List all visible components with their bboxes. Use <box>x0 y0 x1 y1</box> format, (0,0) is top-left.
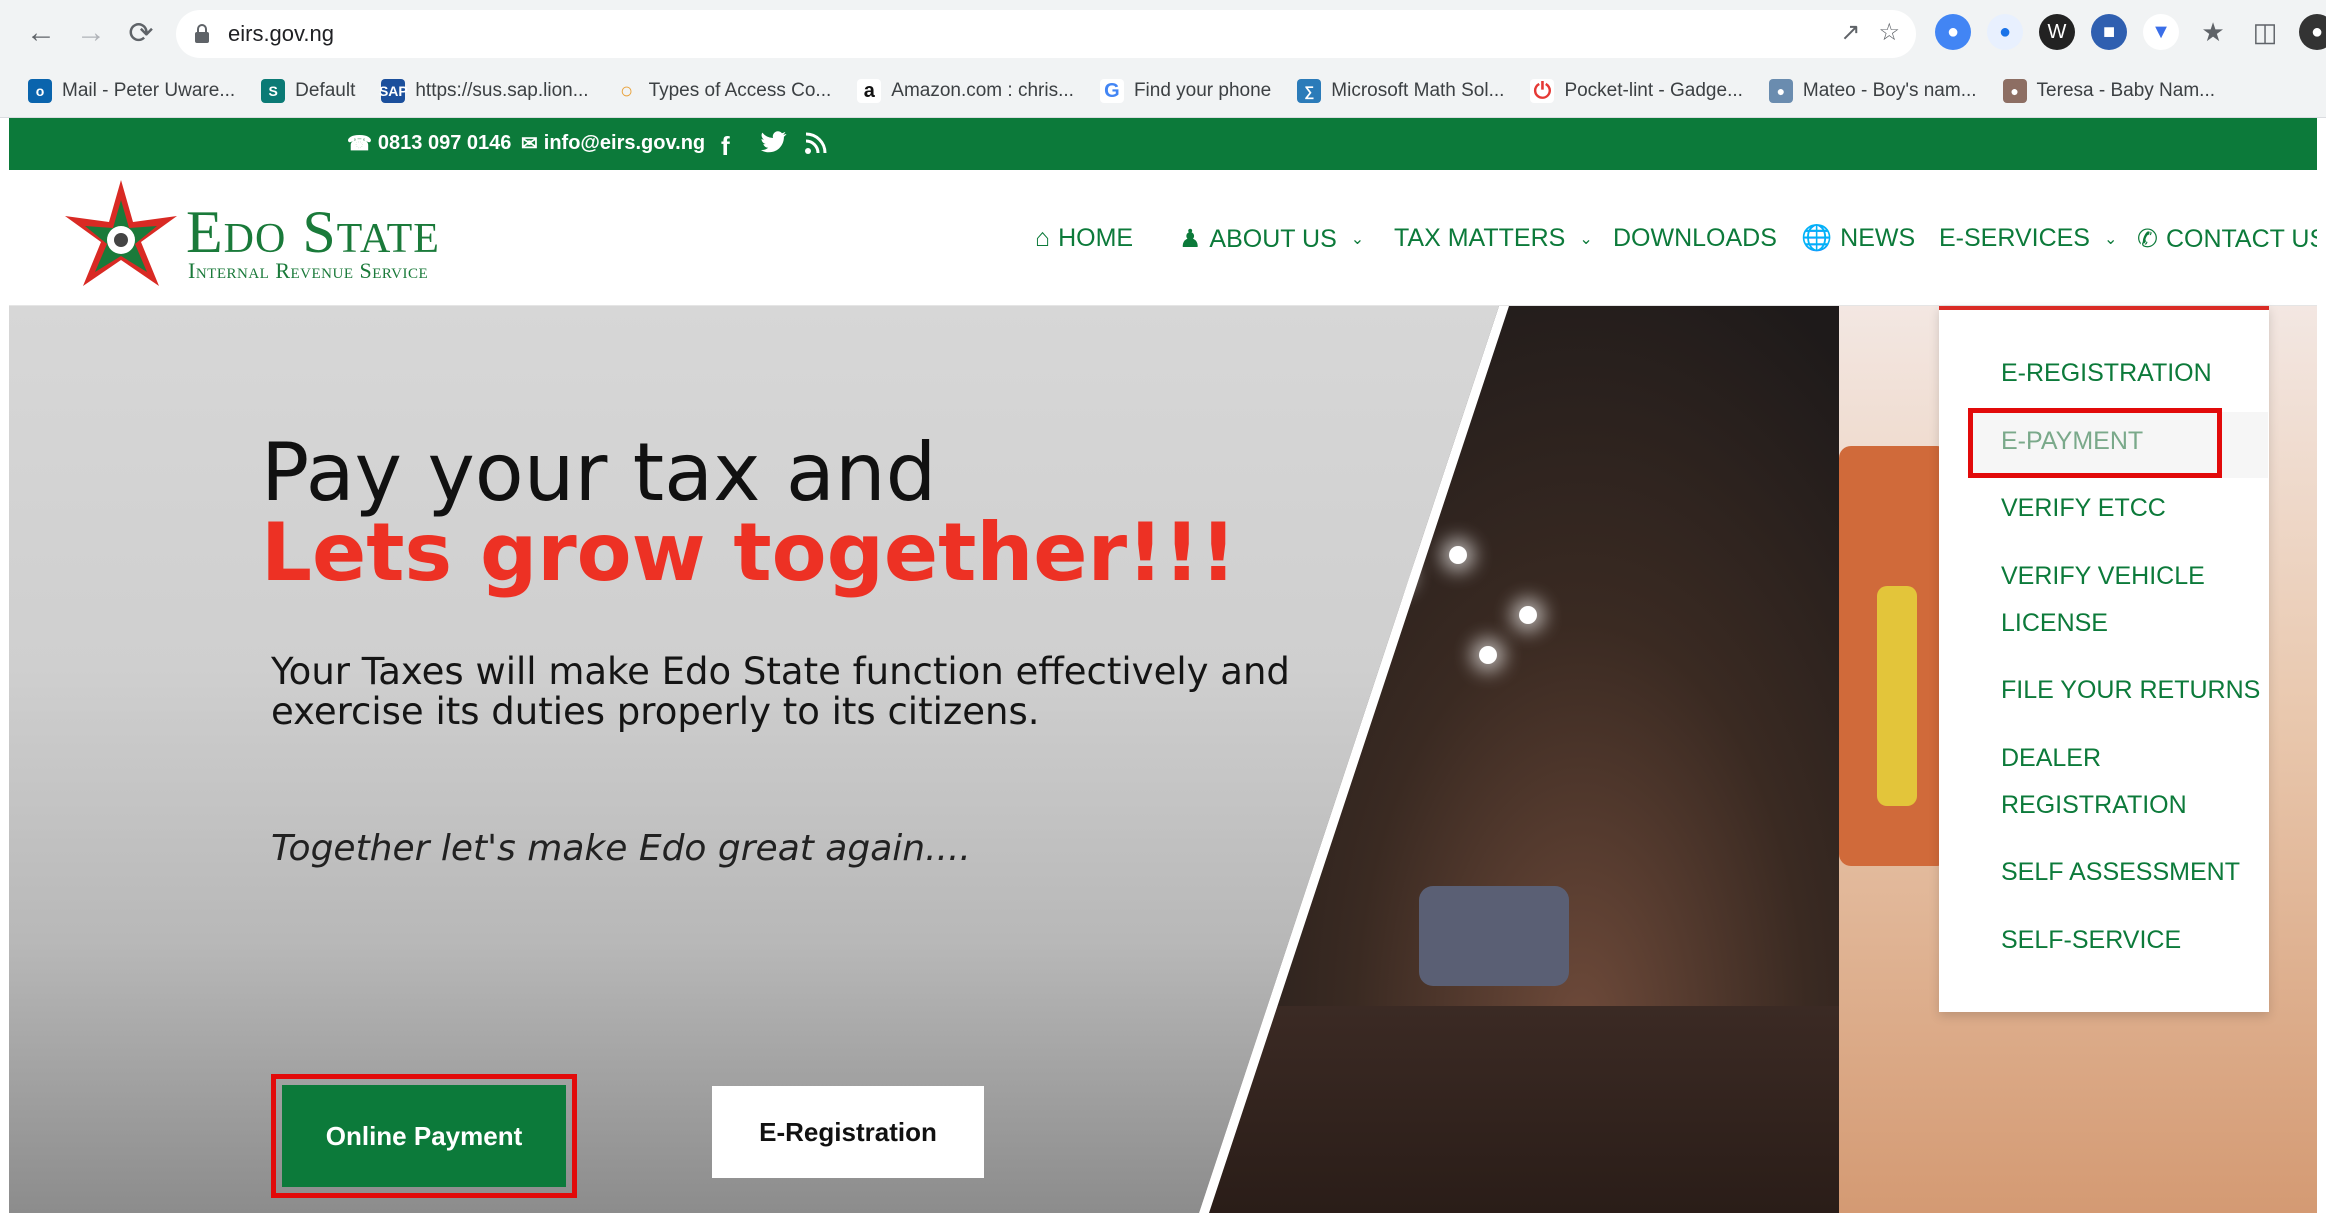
nav-downloads[interactable]: DOWNLOADS <box>1613 224 1777 253</box>
rss-icon[interactable] <box>804 131 828 155</box>
browser-chrome: ← → ⟳ eirs.gov.ng ↗ ☆ ● ● W ■ ▼ ★ ◫ ● oM… <box>0 0 2326 118</box>
sidepanel-icon[interactable]: ◫ <box>2247 14 2283 50</box>
dropdown-item-verify-vehicle-license[interactable]: LICENSE <box>2001 600 2108 647</box>
online-payment-button[interactable]: Online Payment <box>282 1085 566 1187</box>
math-solver-icon: ∑ <box>1297 79 1322 103</box>
babyname-icon: ● <box>1768 79 1793 103</box>
site-header: Edo State Internal Revenue Service ⌂ HOM… <box>9 170 2317 306</box>
star-icon[interactable]: ☆ <box>1878 18 1900 47</box>
dropdown-item-dealer[interactable]: DEALER <box>2001 735 2101 782</box>
share-icon[interactable]: ↗ <box>1840 18 1860 47</box>
star-emblem-icon <box>65 180 177 286</box>
home-icon: ⌂ <box>1035 224 1051 252</box>
bookmark-item[interactable]: G Find your phone <box>1099 79 1271 103</box>
bookmark-item[interactable]: o Mail - Peter Uware... <box>28 79 235 103</box>
bookmark-item[interactable]: ∑ Microsoft Math Sol... <box>1297 79 1504 103</box>
bookmark-item[interactable]: S Default <box>261 79 355 103</box>
phone-icon: ☎ <box>347 133 372 155</box>
phone-icon: ✆ <box>2137 225 2158 253</box>
loading-icon: ○ <box>619 78 634 103</box>
outlook-icon: o <box>28 79 52 103</box>
bookmark-item[interactable]: ● Teresa - Baby Nam... <box>2002 79 2215 103</box>
forward-button[interactable]: → <box>70 12 112 54</box>
nav-about[interactable]: ♟ ABOUT US ⌄ <box>1179 224 1364 254</box>
dropdown-item-self-service[interactable]: SELF-SERVICE <box>2001 917 2181 964</box>
nav-contact[interactable]: ✆ CONTACT US <box>2137 224 2317 254</box>
babyname-icon: ● <box>2002 79 2027 103</box>
bookmark-item[interactable]: ○ Types of Access Co... <box>615 78 831 103</box>
extension-icon[interactable]: ■ <box>2091 14 2127 50</box>
dropdown-item-e-registration[interactable]: E-REGISTRATION <box>2001 350 2212 397</box>
url-text: eirs.gov.ng <box>228 21 334 46</box>
dropdown-item-verify-etcc[interactable]: VERIFY ETCC <box>2001 485 2166 532</box>
address-bar[interactable]: eirs.gov.ng ↗ ☆ <box>176 10 1916 58</box>
logo-title: Edo State <box>186 199 440 265</box>
reload-button[interactable]: ⟳ <box>120 12 162 54</box>
nav-news[interactable]: 🌐 NEWS <box>1801 224 1915 253</box>
bookmark-item[interactable]: a Amazon.com : chris... <box>857 79 1074 103</box>
dropdown-item-self-assessment[interactable]: SELF ASSESSMENT <box>2001 849 2240 896</box>
dropdown-item-verify-vehicle[interactable]: VERIFY VEHICLE <box>2001 553 2205 600</box>
logo-subtitle: Internal Revenue Service <box>188 258 429 283</box>
sap-icon: SAP <box>379 79 408 103</box>
dropdown-item-file-returns[interactable]: FILE YOUR RETURNS <box>2001 667 2260 714</box>
dropdown-item-e-payment[interactable]: E-PAYMENT <box>2001 418 2143 465</box>
bookmark-item[interactable]: ● Mateo - Boy's nam... <box>1768 79 1977 103</box>
extension-icon[interactable]: ● <box>1987 14 2023 50</box>
browser-toolbar: ← → ⟳ eirs.gov.ng ↗ ☆ ● ● W ■ ▼ ★ ◫ ● <box>0 0 2326 66</box>
email-link[interactable]: ✉ info@eirs.gov.ng <box>521 131 705 156</box>
pocket-lint-icon: ⏻ <box>1530 78 1555 103</box>
bookmark-item[interactable]: SAP https://sus.sap.lion... <box>379 79 589 103</box>
hero-heading-highlight: Lets grow together!!! <box>261 506 1237 599</box>
sharepoint-icon: S <box>261 79 286 103</box>
bookmarks-bar: o Mail - Peter Uware... S Default SAP https… <box>0 66 2326 116</box>
online-payment-highlight: Online Payment <box>271 1074 577 1198</box>
nav-eservices[interactable]: E-SERVICES ⌄ <box>1939 224 2117 253</box>
eservices-dropdown: E-REGISTRATION E-PAYMENT VERIFY ETCC VER… <box>1939 306 2269 1012</box>
amazon-icon: a <box>857 79 882 103</box>
shield-icon[interactable]: ▼ <box>2143 14 2179 50</box>
facebook-icon[interactable]: f <box>721 131 730 162</box>
dropdown-item-dealer-registration[interactable]: REGISTRATION <box>2001 782 2187 829</box>
mail-icon: ✉ <box>521 133 538 155</box>
puzzle-icon[interactable]: ★ <box>2195 14 2231 50</box>
twitter-icon[interactable] <box>761 131 787 153</box>
nav-home[interactable]: ⌂ HOME <box>1035 224 1133 253</box>
hero-tagline: Together let's make Edo great again.... <box>271 828 971 869</box>
globe-icon: 🌐 <box>1801 224 1833 252</box>
contact-topbar: ☎ 0813 097 0146 ✉ info@eirs.gov.ng f <box>9 118 2317 170</box>
profile-avatar[interactable]: ● <box>2299 14 2326 50</box>
website: ☎ 0813 097 0146 ✉ info@eirs.gov.ng f Edo… <box>9 118 2317 1213</box>
extensions-bar: ● ● W ■ ▼ ★ ◫ ● <box>1935 14 2326 50</box>
chevron-down-icon: ⌄ <box>1350 231 1365 248</box>
person-icon: ♟ <box>1179 225 1202 253</box>
google-icon: G <box>1099 79 1124 103</box>
nav-tax-matters[interactable]: TAX MATTERS ⌄ <box>1394 224 1593 253</box>
phone-link[interactable]: ☎ 0813 097 0146 <box>347 131 511 156</box>
hero-lede: Your Taxes will make Edo State function … <box>271 650 1290 733</box>
lock-icon <box>194 23 216 45</box>
extension-icon[interactable]: ● <box>1935 14 1971 50</box>
chevron-down-icon: ⌄ <box>1579 230 1593 248</box>
e-registration-button[interactable]: E-Registration <box>712 1086 984 1178</box>
chevron-down-icon: ⌄ <box>2103 230 2118 248</box>
wordpress-icon[interactable]: W <box>2039 14 2075 50</box>
site-logo[interactable]: Edo State Internal Revenue Service <box>61 176 491 302</box>
bookmark-item[interactable]: ⏻ Pocket-lint - Gadge... <box>1530 78 1743 103</box>
back-button[interactable]: ← <box>20 12 62 54</box>
